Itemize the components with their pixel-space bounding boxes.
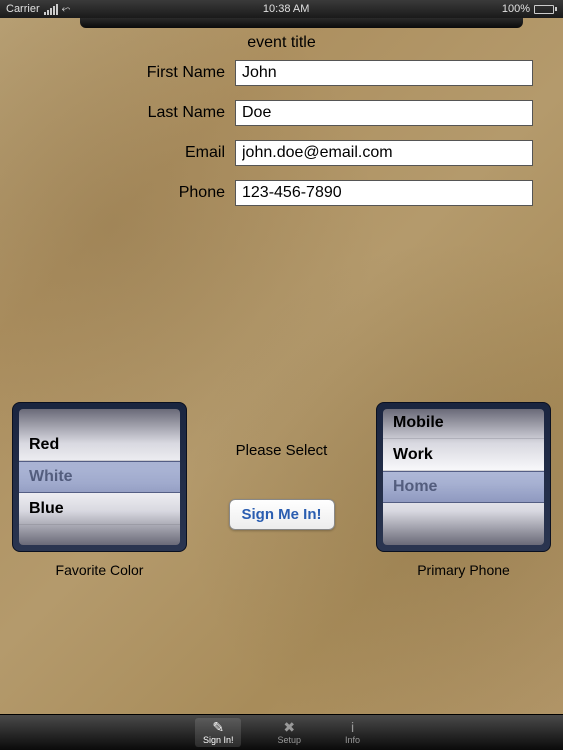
main-content: event title First Name Last Name Email P…: [0, 18, 563, 714]
phone-input[interactable]: [235, 180, 533, 206]
tools-icon: ✖: [283, 720, 295, 734]
phone-label: Phone: [0, 184, 235, 202]
primary-phone-column: Mobile Work Home Primary Phone: [376, 402, 551, 578]
status-bar: Carrier ⬿ 10:38 AM 100%: [0, 0, 563, 18]
first-name-label: First Name: [0, 64, 235, 82]
last-name-label: Last Name: [0, 104, 235, 122]
pencil-icon: ✎: [212, 720, 224, 734]
picker-item[interactable]: Mobile: [383, 409, 544, 439]
sign-in-button[interactable]: Sign Me In!: [229, 499, 335, 530]
picker-item[interactable]: Home: [383, 471, 544, 503]
carrier-label: Carrier: [6, 3, 40, 15]
tab-sign-in[interactable]: ✎ Sign In!: [195, 718, 242, 747]
clipboard-clip: [80, 18, 523, 28]
picker-item[interactable]: White: [19, 461, 180, 493]
event-title: event title: [0, 34, 563, 52]
primary-phone-caption: Primary Phone: [417, 562, 510, 578]
tab-bar: ✎ Sign In! ✖ Setup i Info: [0, 714, 563, 750]
favorite-color-caption: Favorite Color: [56, 562, 144, 578]
favorite-color-picker[interactable]: Red White Blue: [12, 402, 187, 552]
tab-setup[interactable]: ✖ Setup: [269, 718, 309, 747]
tab-label: Info: [345, 735, 360, 745]
clock-label: 10:38 AM: [263, 3, 309, 15]
wifi-icon: ⬿: [62, 3, 71, 16]
picker-item[interactable]: Blue: [19, 493, 180, 525]
tab-info[interactable]: i Info: [337, 718, 368, 747]
email-row: Email: [0, 140, 563, 166]
email-input[interactable]: [235, 140, 533, 166]
picker-item[interactable]: Red: [19, 429, 180, 461]
primary-phone-picker[interactable]: Mobile Work Home: [376, 402, 551, 552]
please-select-label: Please Select: [236, 442, 328, 459]
favorite-color-column: Red White Blue Favorite Color: [12, 402, 187, 578]
tab-label: Sign In!: [203, 735, 234, 745]
center-column: Please Select Sign Me In!: [207, 402, 357, 530]
battery-icon: [534, 5, 557, 14]
pickers-area: Red White Blue Favorite Color Please Sel…: [0, 402, 563, 578]
last-name-input[interactable]: [235, 100, 533, 126]
first-name-row: First Name: [0, 60, 563, 86]
last-name-row: Last Name: [0, 100, 563, 126]
email-label: Email: [0, 144, 235, 162]
tab-label: Setup: [277, 735, 301, 745]
phone-row: Phone: [0, 180, 563, 206]
battery-percent: 100%: [502, 3, 530, 15]
picker-item[interactable]: Work: [383, 439, 544, 471]
signal-icon: [44, 4, 58, 15]
first-name-input[interactable]: [235, 60, 533, 86]
info-icon: i: [351, 720, 354, 734]
